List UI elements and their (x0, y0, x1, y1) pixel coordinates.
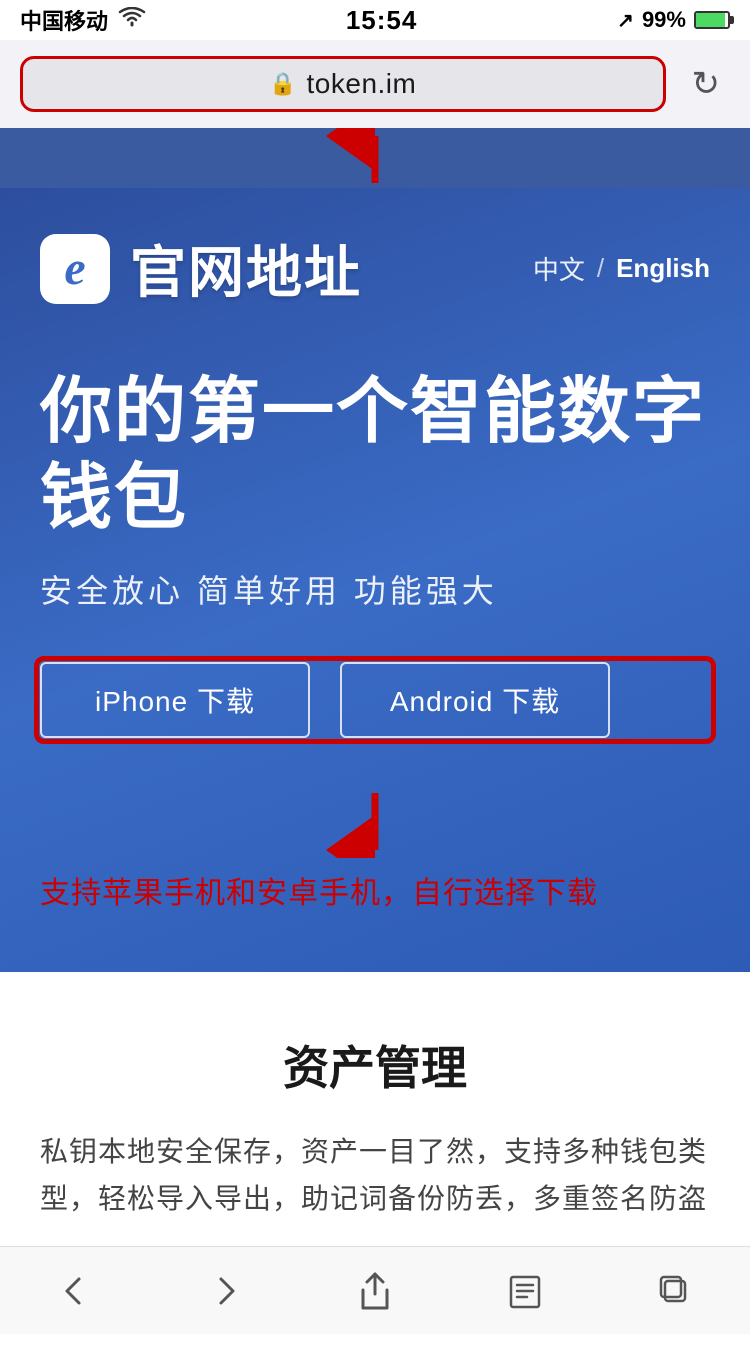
status-left: 中国移动 (20, 4, 146, 36)
hero-subtitle: 安全放心 简单好用 功能强大 (40, 566, 710, 612)
battery-icon (694, 11, 730, 29)
download-buttons: iPhone 下载 Android 下载 (40, 662, 710, 738)
url-text[interactable]: token.im (307, 68, 417, 100)
browser-bar: 🔒 token.im ↻ (0, 40, 750, 128)
hero-title: 你的第一个智能数字钱包 (40, 369, 710, 542)
share-icon (357, 1270, 393, 1312)
site-header: e 官网地址 中文 / English (40, 228, 710, 309)
website-hero-section: e 官网地址 中文 / English 你的第一个智能数字钱包 安全放心 简单好… (0, 188, 750, 972)
android-download-button[interactable]: Android 下载 (340, 662, 610, 738)
bottom-navigation-bar (0, 1246, 750, 1334)
battery-percent: 99% (642, 7, 686, 33)
language-switcher[interactable]: 中文 / English (533, 250, 710, 287)
hero-section: 你的第一个智能数字钱包 安全放心 简单好用 功能强大 iPhone 下载 And… (40, 369, 710, 738)
carrier-text: 中国移动 (20, 4, 108, 36)
back-button[interactable] (45, 1261, 105, 1321)
share-button[interactable] (345, 1261, 405, 1321)
status-right: ↗ 99% (617, 7, 730, 33)
section-description: 私钥本地安全保存，资产一目了然，支持多种钱包类型，轻松导入导出，助记词备份防丢，… (40, 1128, 710, 1223)
location-icon: ↗ (617, 8, 634, 33)
lock-icon: 🔒 (269, 71, 296, 97)
lang-divider: / (597, 253, 604, 284)
wifi-icon (118, 7, 146, 33)
lang-english[interactable]: English (616, 253, 710, 284)
back-icon (57, 1273, 93, 1309)
forward-button[interactable] (195, 1261, 255, 1321)
tabs-button[interactable] (645, 1261, 705, 1321)
site-title: 官网地址 (130, 228, 362, 309)
tabs-icon (657, 1273, 693, 1309)
url-arrow-indicator (325, 128, 425, 188)
button-arrow-indicator (40, 788, 710, 858)
bookmarks-icon (507, 1271, 543, 1311)
status-bar: 中国移动 15:54 ↗ 99% (0, 0, 750, 40)
asset-management-section: 资产管理 私钥本地安全保存，资产一目了然，支持多种钱包类型，轻松导入导出，助记词… (0, 972, 750, 1263)
logo-letter: e (64, 241, 85, 296)
iphone-download-button[interactable]: iPhone 下载 (40, 662, 310, 738)
status-time: 15:54 (346, 5, 418, 36)
forward-icon (207, 1273, 243, 1309)
down-arrow-svg (325, 788, 425, 858)
section-title: 资产管理 (40, 1032, 710, 1098)
support-text: 支持苹果手机和安卓手机，自行选择下载 (40, 868, 710, 912)
download-buttons-wrapper: iPhone 下载 Android 下载 (40, 662, 710, 738)
refresh-button[interactable]: ↻ (682, 64, 731, 104)
url-bar[interactable]: 🔒 token.im (20, 56, 666, 112)
bookmarks-button[interactable] (495, 1261, 555, 1321)
logo-icon: e (40, 234, 110, 304)
lang-chinese[interactable]: 中文 (533, 250, 585, 287)
